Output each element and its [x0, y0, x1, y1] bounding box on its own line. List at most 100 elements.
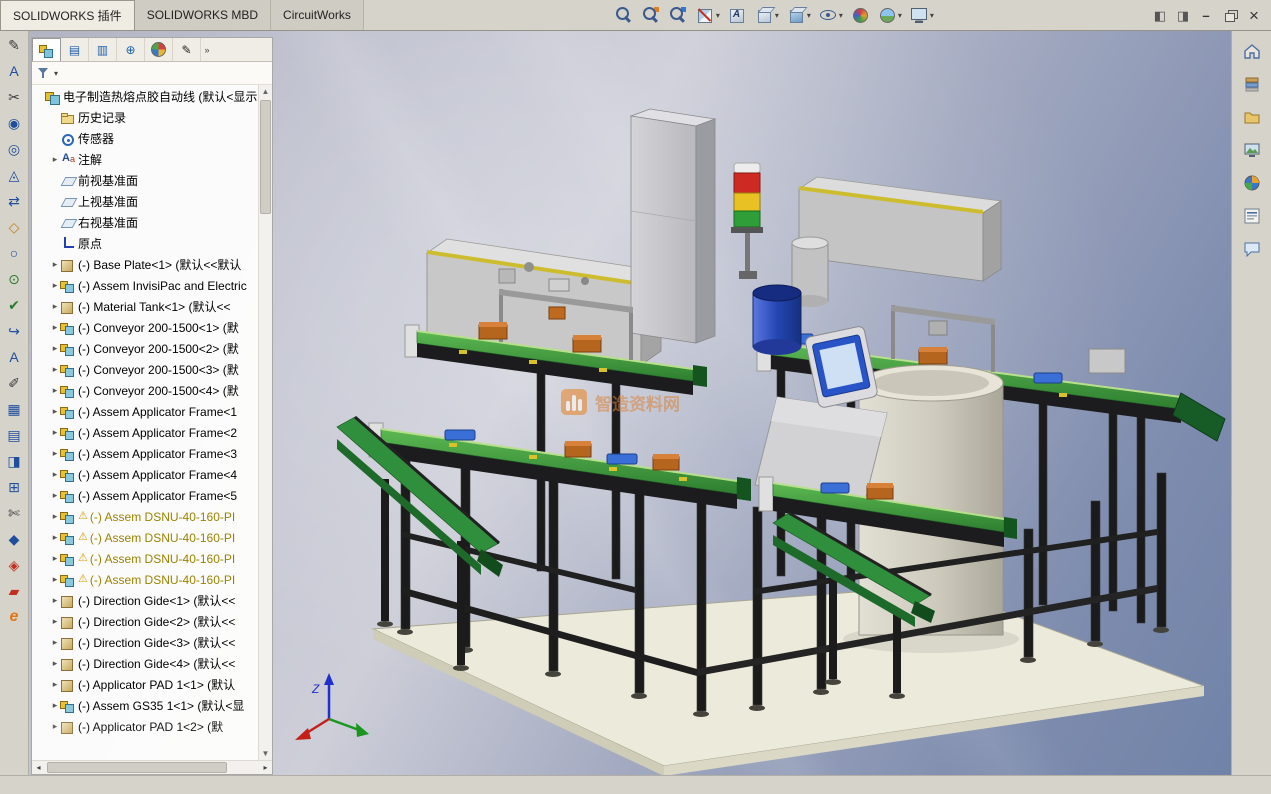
dropdown-caret-icon[interactable]: ▾: [807, 11, 811, 20]
split-pane-icon[interactable]: ◨: [4, 451, 24, 471]
expand-arrow-icon[interactable]: ▸: [50, 490, 60, 501]
pen-icon[interactable]: ✐: [4, 373, 24, 393]
display-style-icon[interactable]: ▾: [786, 5, 811, 25]
tree-item[interactable]: ▸ (-) Conveyor 200-1500<1> (默: [32, 317, 258, 338]
addin-tab[interactable]: ✎: [173, 38, 201, 61]
solid-diamond-icon[interactable]: ◆: [4, 529, 24, 549]
circle-tool-icon[interactable]: ○: [4, 243, 24, 263]
dropdown-caret-icon[interactable]: ▾: [898, 11, 902, 20]
tree-item[interactable]: ▸ (-) Direction Gide<2> (默认<<: [32, 611, 258, 632]
grid-plus-icon[interactable]: ⊞: [4, 477, 24, 497]
viewport[interactable]: 智造资料网 Z ▤▥⊕✎ »: [29, 31, 1231, 775]
scroll-up-icon[interactable]: ▲: [262, 85, 270, 98]
ribbon-tab[interactable]: CircuitWorks: [271, 0, 364, 30]
propertymanager-tab[interactable]: ▤: [61, 38, 89, 61]
expand-arrow-icon[interactable]: ▸: [50, 322, 60, 333]
auto-balloon-icon[interactable]: ◎: [4, 139, 24, 159]
swap-arrows-icon[interactable]: ⇄: [4, 191, 24, 211]
tree-item[interactable]: ▸ (-) Assem Applicator Frame<4: [32, 464, 258, 485]
tree-item[interactable]: ▸ (-) Assem Applicator Frame<1: [32, 401, 258, 422]
filter-caret-icon[interactable]: ▾: [54, 69, 58, 78]
snip-icon[interactable]: ✄: [4, 503, 24, 523]
expand-arrow-icon[interactable]: ▸: [50, 532, 60, 543]
scrollbar-thumb[interactable]: [260, 100, 271, 214]
featuremanager-tab[interactable]: [32, 38, 61, 61]
datum-diamond-icon[interactable]: ◇: [4, 217, 24, 237]
tree-item[interactable]: ▸ ⚠ (-) Assem DSNU-40-160-PI: [32, 506, 258, 527]
tree-item[interactable]: ▸ ⚠ (-) Assem DSNU-40-160-PI: [32, 548, 258, 569]
apply-scene-icon[interactable]: ▾: [877, 5, 902, 25]
tree-item[interactable]: 上视基准面: [32, 191, 258, 212]
tree-item[interactable]: 原点: [32, 233, 258, 254]
edit-appearance-icon[interactable]: [850, 5, 870, 25]
restore-icon[interactable]: [1222, 7, 1238, 23]
dropdown-caret-icon[interactable]: ▾: [839, 11, 843, 20]
tree-item[interactable]: ▸ (-) Assem Applicator Frame<3: [32, 443, 258, 464]
tree-item[interactable]: ▸ (-) Base Plate<1> (默认<<默认: [32, 254, 258, 275]
design-library-icon[interactable]: [1240, 72, 1264, 96]
expand-arrow-icon[interactable]: ▸: [50, 679, 60, 690]
tree-item[interactable]: ▸ ⚠ (-) Assem DSNU-40-160-PI: [32, 569, 258, 590]
redo-icon[interactable]: ↪: [4, 321, 24, 341]
home-icon[interactable]: [1240, 39, 1264, 63]
expand-arrow-icon[interactable]: ▸: [50, 469, 60, 480]
dynamic-annotation-views-icon[interactable]: [727, 5, 747, 25]
dimxpertmanager-tab[interactable]: ⊕: [117, 38, 145, 61]
expand-arrow-icon[interactable]: ▸: [50, 637, 60, 648]
displaymanager-tab[interactable]: [145, 38, 173, 61]
target-icon[interactable]: ⊙: [4, 269, 24, 289]
view-settings-icon[interactable]: ▾: [909, 5, 934, 25]
tree-item[interactable]: 传感器: [32, 128, 258, 149]
expand-arrow-icon[interactable]: ▸: [50, 574, 60, 585]
tree-item[interactable]: 历史记录: [32, 107, 258, 128]
view-orientation-icon[interactable]: ▾: [754, 5, 779, 25]
error-marker-icon[interactable]: ◈: [4, 555, 24, 575]
expand-arrow-icon[interactable]: ▸: [50, 511, 60, 522]
tree-item[interactable]: ▸ ⚠ (-) Assem DSNU-40-160-PI: [32, 527, 258, 548]
forum-icon[interactable]: [1240, 237, 1264, 261]
tree-item[interactable]: ▸ (-) Assem Applicator Frame<5: [32, 485, 258, 506]
expand-arrow-icon[interactable]: ▸: [50, 364, 60, 375]
expand-arrow-icon[interactable]: ▸: [50, 595, 60, 606]
scroll-right-icon[interactable]: ▸: [259, 763, 272, 772]
pencil-icon[interactable]: ✎: [4, 35, 24, 55]
geometric-tolerance-icon[interactable]: ◬: [4, 165, 24, 185]
scroll-left-icon[interactable]: ◂: [32, 763, 45, 772]
tree-item[interactable]: ▸ (-) Applicator PAD 1<2> (默: [32, 716, 258, 737]
hide-show-items-icon[interactable]: ▾: [818, 5, 843, 25]
tree-item[interactable]: ▸ (-) Direction Gide<3> (默认<<: [32, 632, 258, 653]
zoom-to-fit-icon[interactable]: [614, 5, 634, 25]
tree-horizontal-scrollbar[interactable]: ◂ ▸: [32, 760, 272, 774]
expand-arrow-icon[interactable]: ▸: [50, 301, 60, 312]
tree-item[interactable]: ▸ (-) Conveyor 200-1500<2> (默: [32, 338, 258, 359]
tree-item[interactable]: ▸ (-) Conveyor 200-1500<4> (默: [32, 380, 258, 401]
scrollbar-thumb[interactable]: [47, 762, 227, 773]
tree-item[interactable]: ▸ (-) Assem GS35 1<1> (默认<显: [32, 695, 258, 716]
table-icon[interactable]: ▦: [4, 399, 24, 419]
note-icon[interactable]: A: [4, 61, 24, 81]
expand-arrow-icon[interactable]: ▸: [50, 448, 60, 459]
expand-arrow-icon[interactable]: ▸: [50, 343, 60, 354]
section-view-icon[interactable]: ▾: [695, 5, 720, 25]
tree-item[interactable]: ▸ (-) Assem InvisiPac and Electric: [32, 275, 258, 296]
tree-item[interactable]: ▸ (-) Applicator PAD 1<1> (默认: [32, 674, 258, 695]
tree-item[interactable]: 右视基准面: [32, 212, 258, 233]
dropdown-caret-icon[interactable]: ▾: [775, 11, 779, 20]
custom-properties-icon[interactable]: [1240, 204, 1264, 228]
close-icon[interactable]: ×: [1247, 7, 1261, 24]
tree-item[interactable]: 前视基准面: [32, 170, 258, 191]
tree-item[interactable]: ▸ (-) Conveyor 200-1500<3> (默: [32, 359, 258, 380]
scroll-down-icon[interactable]: ▼: [262, 747, 270, 760]
balloon-icon[interactable]: ◉: [4, 113, 24, 133]
tree-item[interactable]: ▸ 注解: [32, 149, 258, 170]
expand-arrow-icon[interactable]: ▸: [50, 280, 60, 291]
file-explorer-icon[interactable]: [1240, 105, 1264, 129]
tree-item[interactable]: ▸ (-) Assem Applicator Frame<2: [32, 422, 258, 443]
expand-arrow-icon[interactable]: ▸: [50, 700, 60, 711]
tree-item[interactable]: 电子制造热熔点胶自动线 (默认<显示: [32, 86, 258, 107]
previous-view-icon[interactable]: [668, 5, 688, 25]
appearances-icon[interactable]: [1240, 171, 1264, 195]
collapse-left-pane-icon[interactable]: ◧: [1153, 9, 1167, 22]
flag-icon[interactable]: ▰: [4, 581, 24, 601]
expand-arrow-icon[interactable]: ▸: [50, 259, 60, 270]
